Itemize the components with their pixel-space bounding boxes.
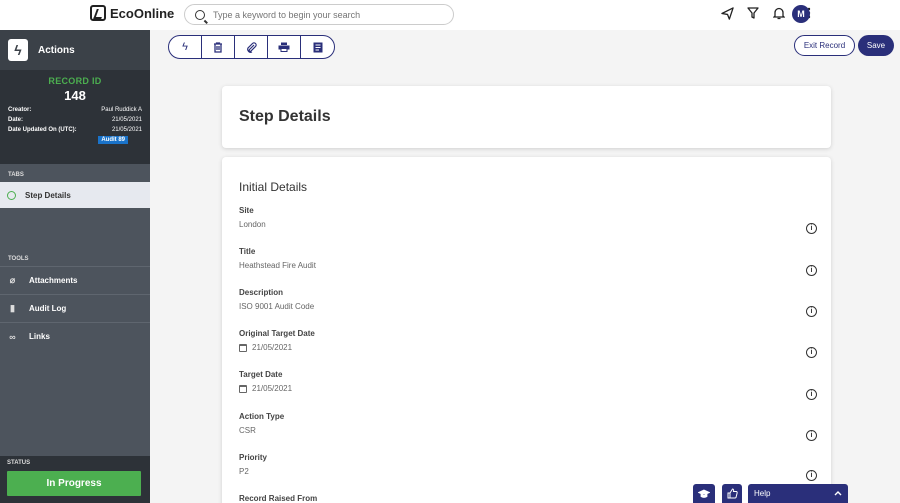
search-icon	[195, 9, 205, 20]
exit-record-button[interactable]: Exit Record	[794, 35, 855, 56]
meta-row-date: Date: 21/05/2021	[8, 117, 142, 123]
field-description: Description ISO 9001 Audit Code	[239, 288, 315, 311]
sidebar-tool-audit-log[interactable]: ▮ Audit Log	[0, 294, 150, 322]
field-site: Site London	[239, 206, 266, 229]
tab-label: Step Details	[25, 190, 71, 200]
info-icon[interactable]: i	[806, 430, 817, 441]
tools-section-label: TOOLS	[8, 256, 29, 262]
actions-app-icon: ϟ	[8, 39, 28, 61]
page-title-card: Step Details	[222, 86, 831, 148]
field-target-date: Target Date 21/05/2021	[239, 370, 293, 393]
calendar-icon	[239, 343, 247, 352]
record-info: RECORD ID 148 Creator: Paul Ruddick A Da…	[0, 70, 150, 164]
status-circle-icon	[7, 190, 16, 200]
paperclip-icon: ⌀	[9, 275, 16, 285]
search-box[interactable]	[184, 4, 454, 25]
user-avatar[interactable]: M	[792, 5, 810, 23]
document-icon[interactable]	[301, 36, 334, 58]
tools-section: TOOLS ⌀ Attachments ▮ Audit Log ∞ Links	[0, 248, 150, 350]
logo[interactable]: EcoOnline	[90, 5, 174, 21]
sidebar-title: Actions	[38, 44, 75, 56]
status-block: STATUS In Progress	[0, 456, 150, 503]
paperclip-icon[interactable]	[235, 36, 268, 58]
logo-text: EcoOnline	[110, 5, 175, 21]
meta-row-updated: Date Updated On (UTC): 21/05/2021	[8, 127, 142, 133]
sidebar-header: ϟ Actions	[0, 30, 150, 70]
field-title: Title Heathstead Fire Audit	[239, 247, 316, 270]
book-icon: ▮	[10, 303, 15, 313]
lightning-icon[interactable]: ϟ	[169, 36, 202, 58]
field-original-target-date: Original Target Date 21/05/2021	[239, 329, 315, 352]
trash-icon[interactable]	[202, 36, 235, 58]
record-id-value: 148	[64, 88, 86, 103]
sidebar-tab-step-details[interactable]: Step Details	[0, 182, 150, 208]
top-bar: EcoOnline M	[0, 0, 900, 30]
save-button[interactable]: Save	[858, 35, 894, 56]
info-icon[interactable]: i	[806, 470, 817, 481]
thumbs-up-icon[interactable]	[722, 484, 742, 503]
help-widget[interactable]: Help	[748, 484, 848, 503]
ecoonline-logo-icon	[90, 5, 106, 21]
meta-row-creator: Creator: Paul Ruddick A	[8, 107, 142, 113]
field-action-type: Action Type CSR	[239, 412, 285, 435]
chevron-up-icon	[834, 489, 842, 498]
calendar-icon	[239, 384, 247, 393]
printer-icon[interactable]	[268, 36, 301, 58]
details-card: Initial Details Site London i Title Heat…	[222, 157, 831, 503]
page-title: Step Details	[239, 108, 331, 125]
sidebar-tool-links[interactable]: ∞ Links	[0, 322, 150, 350]
record-toolbar: ϟ	[168, 35, 335, 59]
info-icon[interactable]: i	[806, 306, 817, 317]
info-icon[interactable]: i	[806, 265, 817, 276]
bell-icon[interactable]	[772, 6, 786, 20]
tool-label: Audit Log	[29, 304, 67, 313]
sidebar-tool-attachments[interactable]: ⌀ Attachments	[0, 266, 150, 294]
link-icon: ∞	[9, 331, 16, 342]
tool-label: Links	[29, 332, 50, 341]
filter-icon[interactable]	[746, 6, 760, 20]
record-id-label: RECORD ID	[48, 76, 102, 86]
info-icon[interactable]: i	[806, 347, 817, 358]
status-label: STATUS	[7, 460, 31, 466]
sidebar: ϟ Actions RECORD ID 148 Creator: Paul Ru…	[0, 30, 150, 503]
audit-badge[interactable]: Audit 89	[98, 136, 128, 144]
tabs-section-label: TABS	[8, 172, 24, 178]
search-input[interactable]	[213, 9, 443, 20]
send-icon[interactable]	[720, 6, 734, 20]
field-priority: Priority P2	[239, 453, 268, 476]
info-icon[interactable]: i	[806, 223, 817, 234]
status-button[interactable]: In Progress	[7, 471, 141, 496]
info-icon[interactable]: i	[806, 389, 817, 400]
help-label: Help	[754, 489, 771, 498]
section-title: Initial Details	[239, 180, 308, 194]
graduation-cap-icon[interactable]	[693, 484, 715, 503]
tool-label: Attachments	[29, 276, 78, 285]
